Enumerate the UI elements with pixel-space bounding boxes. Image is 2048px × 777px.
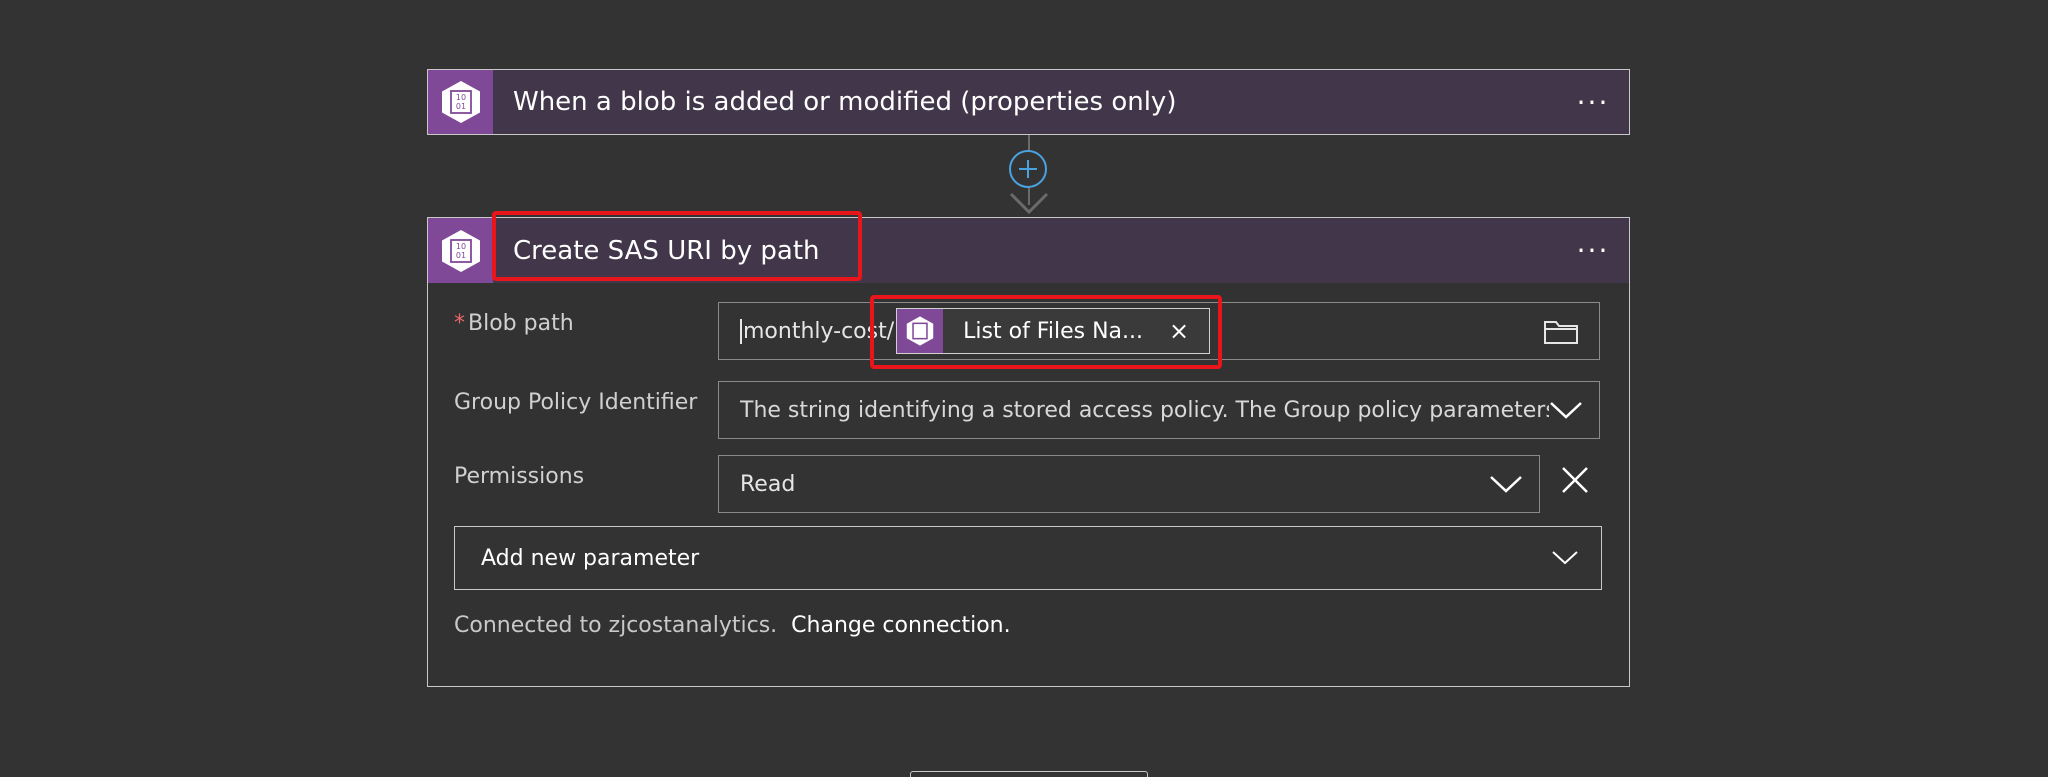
blob-path-content: monthly-cost/ List of Files Na... × <box>740 308 1543 354</box>
remove-parameter-icon[interactable] <box>1558 463 1592 497</box>
plus-icon <box>1019 160 1037 178</box>
action-title: Create SAS URI by path <box>513 235 820 266</box>
chevron-down-icon[interactable] <box>1551 550 1579 566</box>
blob-storage-icon: 10 01 <box>441 229 480 272</box>
change-connection-link[interactable]: Change connection. <box>791 613 1010 638</box>
required-marker: * <box>454 311 465 336</box>
group-policy-select[interactable]: The string identifying a stored access p… <box>718 381 1600 439</box>
token-label: List of Files Na... <box>963 318 1143 344</box>
blob-path-label: * Blob path <box>454 311 574 336</box>
chevron-down-icon[interactable] <box>1489 474 1523 494</box>
blob-storage-icon <box>906 316 934 346</box>
trigger-card[interactable]: 10 01 When a blob is added or modified (… <box>427 69 1630 135</box>
trigger-icon-box: 10 01 <box>428 70 493 134</box>
group-policy-label: Group Policy Identifier <box>454 390 698 415</box>
trigger-title: When a blob is added or modified (proper… <box>513 87 1177 117</box>
group-policy-row: Group Policy Identifier <box>454 390 697 415</box>
blob-path-input[interactable]: monthly-cost/ List of Files Na... × <box>718 302 1600 360</box>
blob-path-label-text: Blob path <box>468 311 574 336</box>
blob-path-value: monthly-cost/ <box>740 318 894 344</box>
permissions-value: Read <box>740 471 796 497</box>
action-menu-button[interactable]: ··· <box>1563 234 1623 267</box>
blob-path-row: * Blob path <box>454 311 574 336</box>
svg-text:10: 10 <box>455 242 465 251</box>
permissions-select[interactable]: Read <box>718 455 1540 513</box>
svg-text:10: 10 <box>455 93 465 102</box>
connection-text: Connected to zjcostanalytics. <box>454 613 778 638</box>
action-header[interactable]: 10 01 Create SAS URI by path ··· <box>428 218 1629 283</box>
trigger-menu-button[interactable]: ··· <box>1563 86 1623 119</box>
action-card: 10 01 Create SAS URI by path ··· * Blob p… <box>427 217 1630 687</box>
token-icon-box <box>897 309 944 353</box>
folder-icon[interactable] <box>1543 317 1579 345</box>
insert-step-button[interactable] <box>1009 150 1047 188</box>
connection-info: Connected to zjcostanalytics. Change conn… <box>454 613 1011 638</box>
chevron-down-icon[interactable] <box>1549 400 1583 420</box>
add-new-parameter-label: Add new parameter <box>481 545 700 571</box>
action-icon-box: 10 01 <box>428 218 493 283</box>
svg-text:01: 01 <box>455 251 465 260</box>
permissions-row: Permissions <box>454 464 584 489</box>
designer-canvas: 10 01 When a blob is added or modified (… <box>0 0 2048 777</box>
arrow-down-icon <box>1009 192 1049 215</box>
token-remove-button[interactable]: × <box>1169 317 1189 345</box>
dynamic-content-token[interactable]: List of Files Na... × <box>896 308 1211 354</box>
add-new-parameter-dropdown[interactable]: Add new parameter <box>454 526 1602 590</box>
blob-storage-icon: 10 01 <box>441 81 480 123</box>
permissions-label: Permissions <box>454 464 585 489</box>
svg-text:01: 01 <box>455 102 465 111</box>
group-policy-placeholder: The string identifying a stored access p… <box>740 397 1549 423</box>
next-step-stub[interactable] <box>910 771 1148 777</box>
